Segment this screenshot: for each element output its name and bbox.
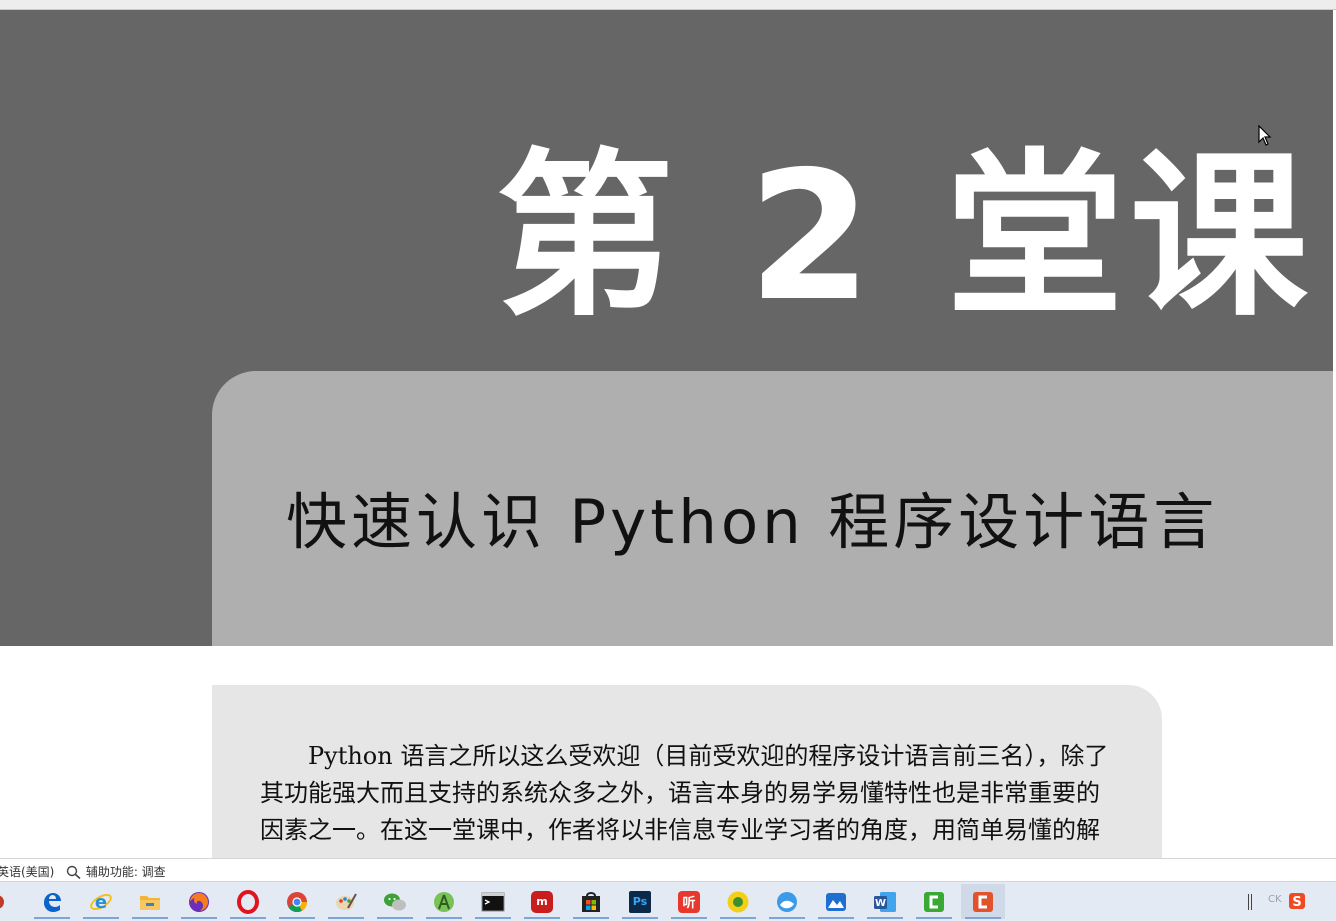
window-top-edge [0,0,1336,10]
taskbar-app-camtasia-orange[interactable] [961,884,1005,919]
firefox-icon [189,891,209,912]
intro-line: Python 语言之所以这么受欢迎（目前受欢迎的程序设计语言前三名），除了 [308,742,1109,770]
camtasia-green-icon [924,891,944,912]
taskbar-app-command-prompt[interactable] [471,884,515,919]
taskbar-app-red[interactable]: m [520,884,564,919]
document-page: 第 2 堂课 快速认识 Python 程序设计语言 Python 语言之所以这么… [0,10,1336,858]
terminal-icon [481,892,505,911]
android-studio-icon [434,891,454,912]
taskbar-app-internet-explorer[interactable]: e [79,884,123,919]
accessibility-status[interactable]: 辅助功能: 调查 [66,863,166,880]
store-icon [582,891,600,912]
camtasia-orange-icon [973,891,993,912]
taskbar-app-file-explorer[interactable] [128,884,172,919]
taskbar-app-store[interactable] [569,884,613,919]
chapter-title: 第 2 堂课 [496,133,1314,340]
mouse-cursor-icon [1258,125,1272,146]
svg-text:W: W [875,898,886,909]
taskbar-app-opera[interactable] [226,884,270,919]
start-app-partial[interactable] [0,884,12,919]
internet-explorer-icon: e [90,892,112,913]
word-icon: W [874,891,896,912]
taskbar-app-browser[interactable] [765,884,809,919]
folder-icon [140,895,160,910]
tray-separator [1248,894,1249,910]
taskbar-app-wechat[interactable] [373,884,417,919]
chapter-subtitle: 快速认识 Python 程序设计语言 [286,487,1219,558]
svg-text:e: e [95,892,107,913]
accessibility-check-icon [66,865,81,880]
intro-paragraph: Python 语言之所以这么受欢迎（目前受欢迎的程序设计语言前三名），除了 其功… [260,738,1132,849]
yellow-app-icon [727,891,749,912]
wechat-icon [384,893,406,910]
edge-icon [44,892,61,912]
taskbar-app-photoshop[interactable]: Ps [618,884,662,919]
tray-separator [1251,894,1252,910]
taskbar: e m Ps 听 W CK S [0,881,1336,921]
language-status[interactable]: 英语(美国) [0,863,54,880]
accessibility-status-label: 辅助功能: 调查 [85,865,166,879]
taskbar-app-paint[interactable] [324,884,368,919]
taskbar-app-word[interactable]: W [863,884,907,919]
taskbar-app-camtasia-green[interactable] [912,884,956,919]
listen-app-icon: 听 [678,890,700,913]
svg-text:S: S [1292,895,1301,910]
browser-icon [777,891,797,912]
taskbar-app-firefox[interactable] [177,884,221,919]
taskbar-app-photos[interactable] [814,884,858,919]
photos-icon [826,892,846,911]
system-tray: CK S [1236,882,1336,921]
paint-icon [336,893,357,910]
opera-icon [237,889,259,914]
intro-line: 其功能强大而且支持的系统众多之外，语言本身的易学易懂特性也是非常重要的 [260,779,1100,807]
taskbar-app-yellow[interactable] [716,884,760,919]
taskbar-app-chrome[interactable] [275,884,319,919]
taskbar-app-listen[interactable]: 听 [667,884,711,919]
chrome-icon [287,891,308,912]
status-bar: 英语(美国) 辅助功能: 调查 [0,858,1336,882]
partial-app-icon [0,895,4,908]
photoshop-icon: Ps [629,890,651,913]
taskbar-app-edge[interactable] [30,884,74,919]
taskbar-app-android-studio[interactable] [422,884,466,919]
red-app-icon: m [531,890,553,913]
sogou-icon[interactable]: S [1288,892,1306,910]
ime-indicator[interactable]: CK [1268,894,1282,905]
intro-line: 因素之一。在这一堂课中，作者将以非信息专业学习者的角度，用简单易懂的解 [260,816,1100,844]
